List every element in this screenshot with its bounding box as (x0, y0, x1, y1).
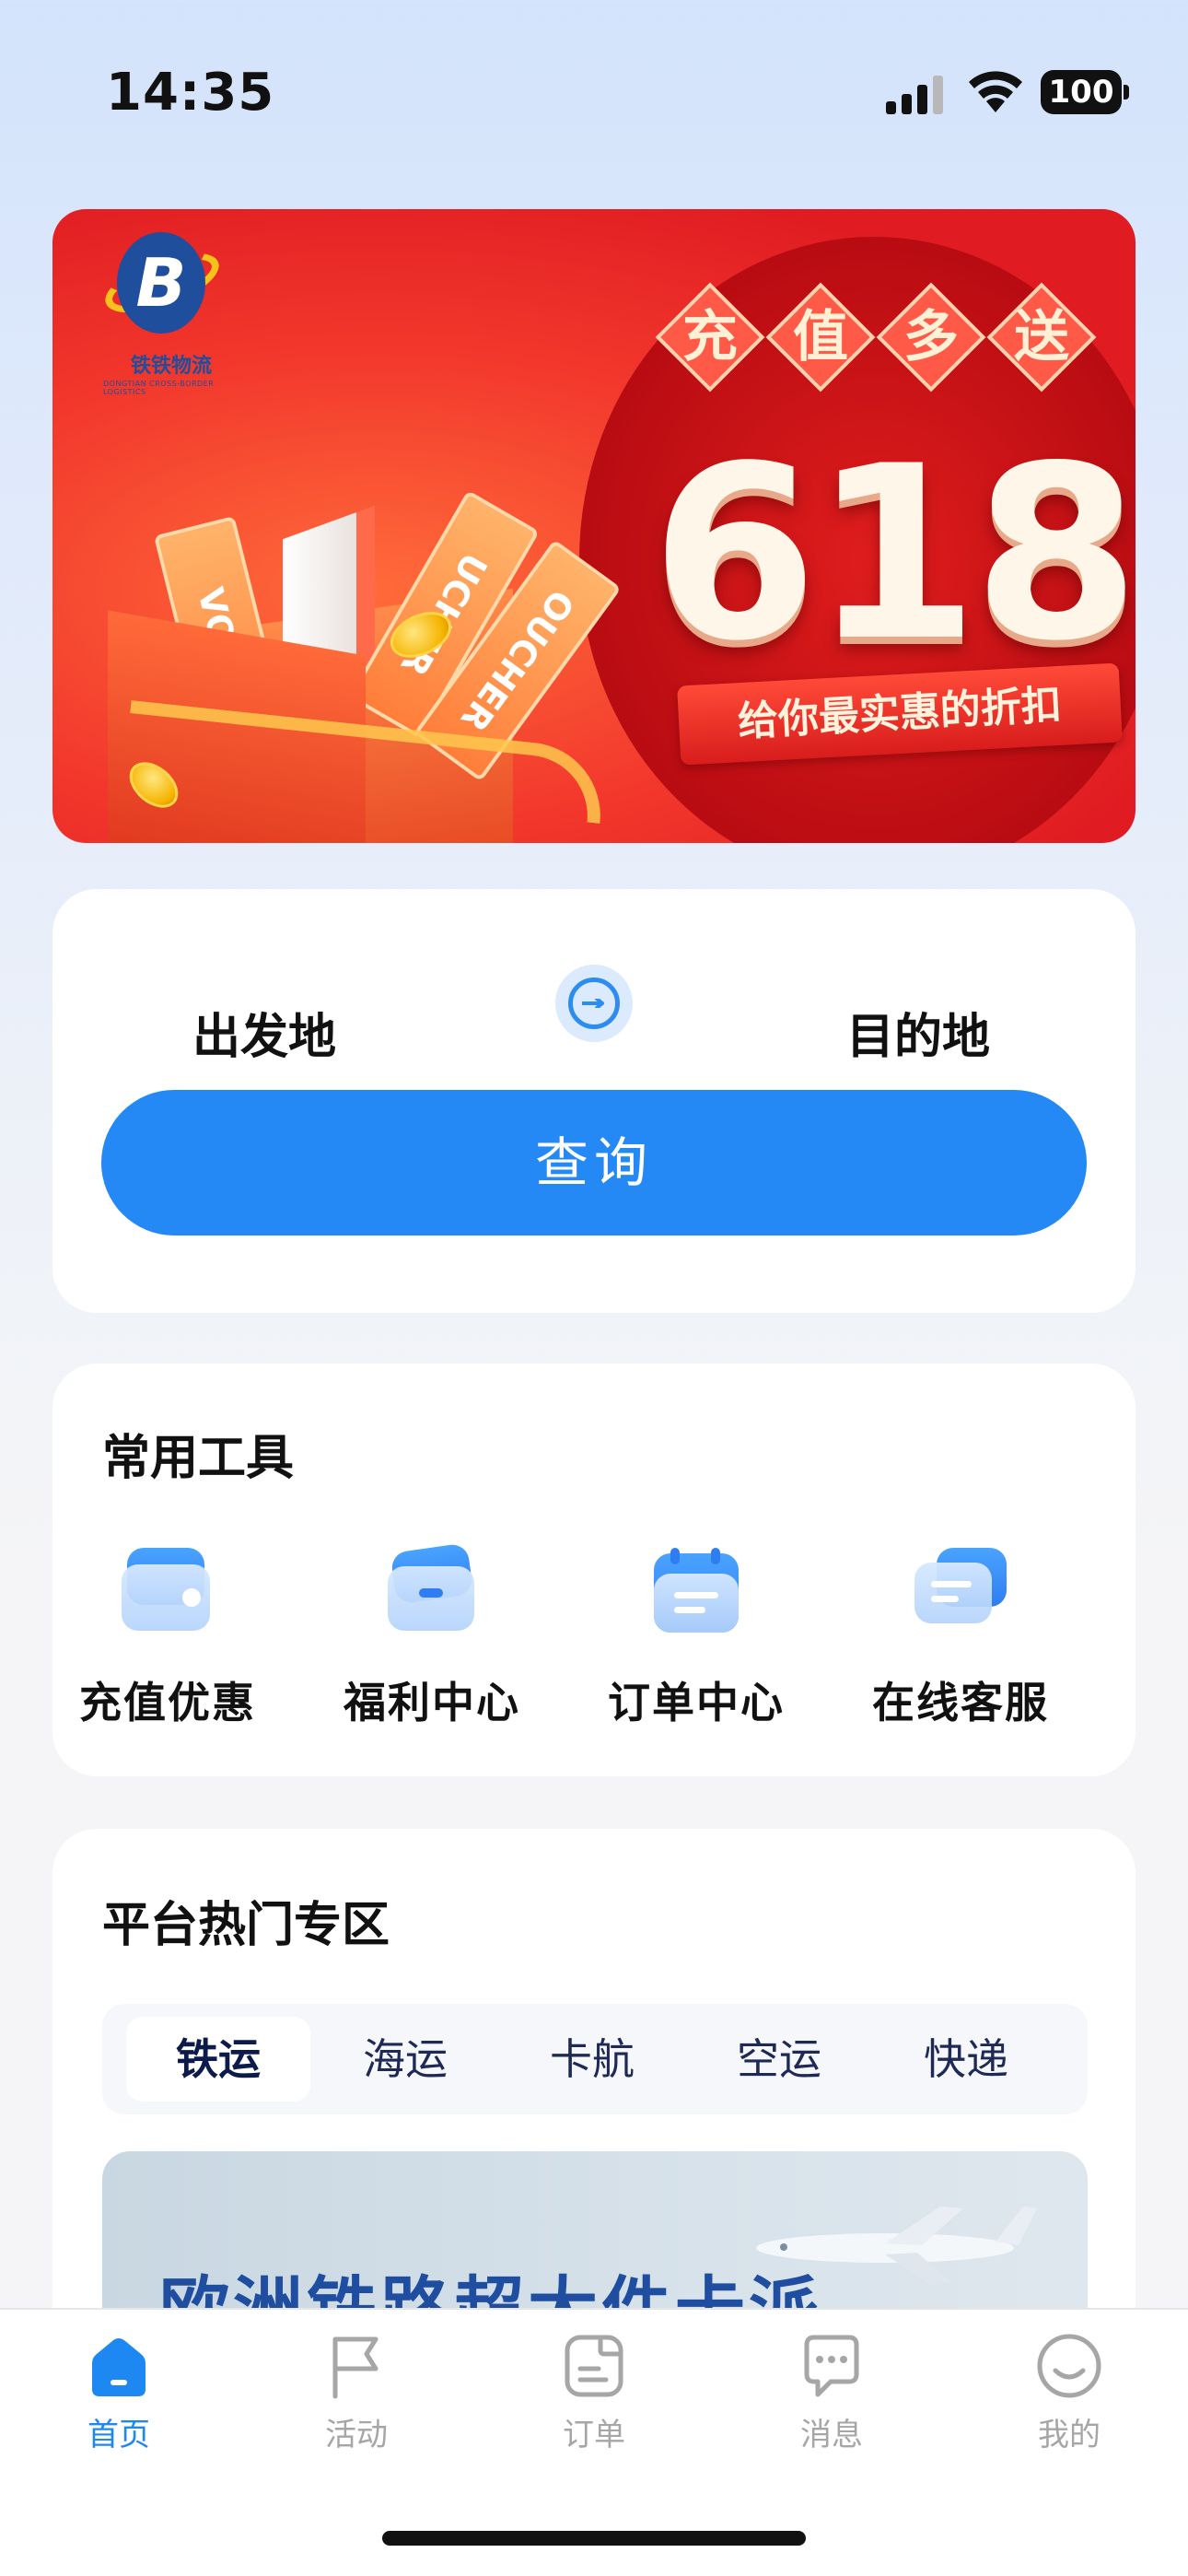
tool-label: 在线客服 (872, 1678, 1049, 1727)
wifi-icon (969, 71, 1022, 112)
swap-route-button[interactable] (555, 965, 633, 1042)
tab-order[interactable]: 订单 (525, 2332, 663, 2453)
tab-activity[interactable]: 活动 (287, 2332, 425, 2453)
logo-name: 铁铁物流 (131, 355, 213, 378)
common-tools-card: 常用工具 充值优惠 福利中心 订单中心 在线客服 (52, 1364, 1136, 1776)
tab-label: 活动 (325, 2417, 388, 2453)
airplane-icon (756, 2207, 1037, 2285)
route-search-card: 出发地 目的地 查询 (52, 889, 1136, 1313)
tool-welfare-center[interactable]: 福利中心 (317, 1542, 547, 1732)
calendar-order-icon (650, 1548, 742, 1640)
origin-selector[interactable]: 出发地 (172, 998, 356, 1067)
tab-label: 首页 (87, 2417, 150, 2453)
promo-badge-char: 多 (903, 305, 959, 369)
logo-subtitle: DONGTIAN CROSS-BORDER LOGISTICS (103, 380, 215, 396)
tab-label: 我的 (1038, 2417, 1101, 2453)
tab-rail[interactable]: 铁运 (126, 2017, 310, 2102)
promo-badge-row: 充 值 多 送 (655, 282, 1116, 412)
tool-label: 充值优惠 (79, 1678, 256, 1727)
tab-sea[interactable]: 海运 (313, 2017, 497, 2102)
promo-banner[interactable]: VOUC UCHER OUCHER B 铁铁物流 DONGTIAN CROSS-… (52, 209, 1136, 843)
bottom-tab-bar: 首页 活动 订单 消息 我的 (0, 2308, 1188, 2576)
promo-badge-char: 值 (793, 305, 848, 369)
tool-order-center[interactable]: 订单中心 (581, 1548, 811, 1732)
profile-icon (1037, 2334, 1101, 2398)
tab-profile[interactable]: 我的 (1000, 2332, 1138, 2453)
tab-messages[interactable]: 消息 (763, 2332, 901, 2453)
tab-express[interactable]: 快递 (874, 2017, 1058, 2102)
flag-icon (332, 2336, 379, 2399)
chat-support-icon (914, 1548, 1007, 1640)
tab-truck[interactable]: 卡航 (500, 2017, 684, 2102)
tool-label: 福利中心 (344, 1678, 520, 1727)
swap-icon (568, 978, 620, 1029)
order-icon (565, 2335, 623, 2397)
status-bar: 14:35 100 (0, 0, 1188, 184)
status-time: 14:35 (106, 63, 275, 123)
message-icon (804, 2335, 859, 2397)
tools-title: 常用工具 (102, 1431, 295, 1486)
cellular-signal-icon (886, 76, 943, 114)
battery-level: 100 (1041, 70, 1122, 114)
promo-badge-char: 充 (682, 305, 738, 369)
tab-air[interactable]: 空运 (687, 2017, 871, 2102)
query-button[interactable]: 查询 (101, 1090, 1087, 1235)
promo-big-number: 618 (651, 416, 1136, 694)
promo-badge-char: 送 (1014, 305, 1069, 369)
tab-label: 订单 (563, 2417, 625, 2453)
gift-card-icon (386, 1542, 478, 1640)
tab-label: 消息 (800, 2417, 863, 2453)
tool-label: 订单中心 (608, 1678, 785, 1727)
company-logo: B 铁铁物流 DONGTIAN CROSS-BORDER LOGISTICS (80, 232, 237, 407)
home-icon (92, 2338, 146, 2396)
destination-selector[interactable]: 目的地 (826, 998, 1010, 1067)
wallet-icon (122, 1548, 214, 1640)
tool-recharge-offer[interactable]: 充值优惠 (52, 1548, 283, 1732)
tab-home[interactable]: 首页 (50, 2332, 188, 2453)
hot-zone-title: 平台热门专区 (102, 1898, 390, 1953)
battery-icon: 100 (1041, 70, 1129, 114)
transport-tabs: 铁运 海运 卡航 空运 快递 (102, 2004, 1088, 2114)
home-indicator[interactable] (382, 2531, 806, 2546)
tool-online-support[interactable]: 在线客服 (845, 1548, 1076, 1732)
